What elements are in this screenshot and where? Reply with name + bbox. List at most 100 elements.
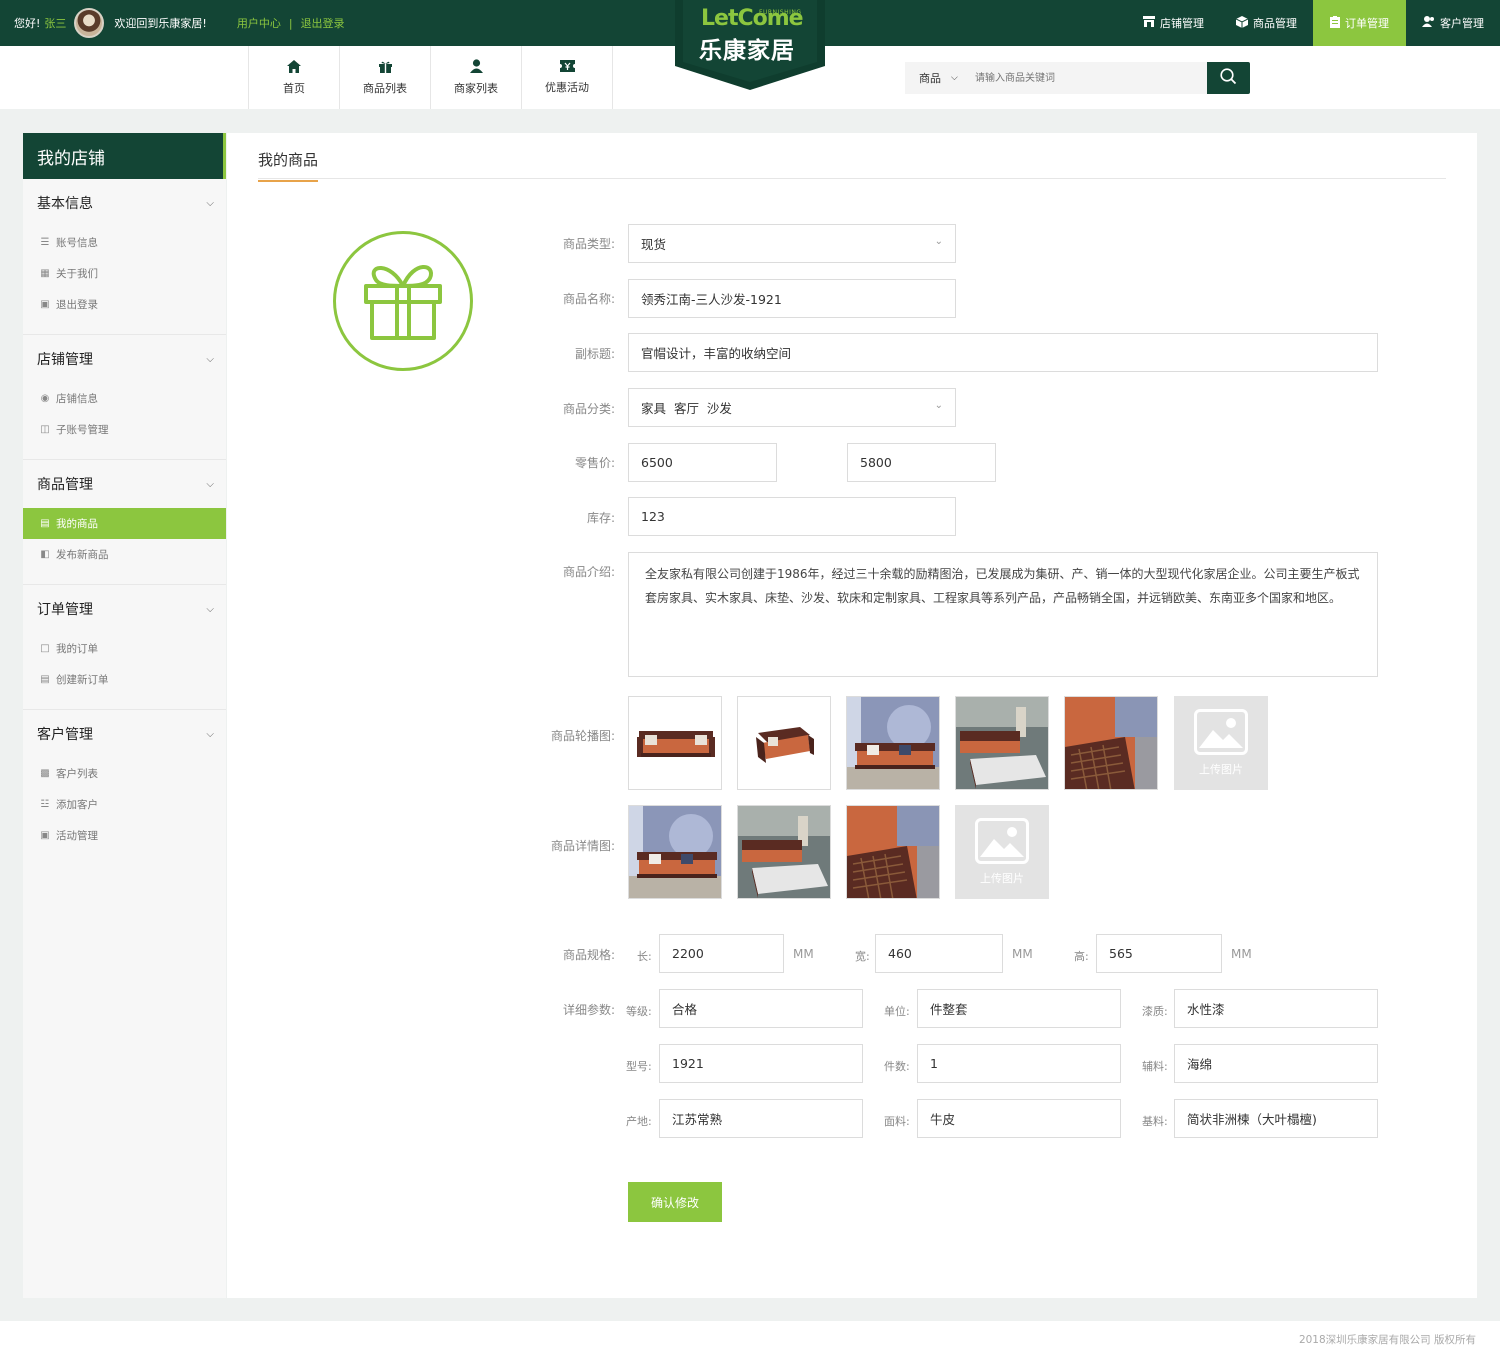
search-button[interactable] bbox=[1207, 62, 1250, 94]
sidebar-title: 我的店铺 bbox=[23, 133, 226, 179]
sidebar-item-subaccounts[interactable]: ◫ 子账号管理 bbox=[23, 414, 226, 445]
height-input[interactable]: 565 bbox=[1096, 934, 1222, 973]
gift-icon: ▣ bbox=[40, 830, 50, 841]
param-fabric-input[interactable]: 牛皮 bbox=[917, 1099, 1121, 1138]
user-center-link[interactable]: 用户中心 bbox=[237, 15, 281, 31]
user-name[interactable]: 张三 bbox=[44, 15, 66, 31]
height-unit: MM bbox=[1231, 947, 1252, 961]
sidebar-item-new-order[interactable]: ▤ 创建新订单 bbox=[23, 664, 226, 695]
upload-text: 上传图片 bbox=[980, 872, 1024, 885]
sidebar-group-header[interactable]: 店铺管理 ⌵ bbox=[23, 335, 226, 383]
bank-icon: ☳ bbox=[40, 799, 50, 810]
carousel-image-2[interactable] bbox=[737, 696, 831, 790]
top-menu-store[interactable]: 店铺管理 bbox=[1127, 0, 1220, 46]
search-icon bbox=[1220, 68, 1237, 88]
sidebar-group-store: 店铺管理 ⌵ ◉ 店铺信息 ◫ 子账号管理 bbox=[23, 335, 226, 460]
carousel-image-3[interactable] bbox=[846, 696, 940, 790]
subtitle-input[interactable]: 官帽设计，丰富的收纳空间 bbox=[628, 333, 1378, 372]
monitor-icon: ◫ bbox=[40, 424, 50, 435]
sidebar-item-about[interactable]: ▦ 关于我们 bbox=[23, 258, 226, 289]
gift-icon bbox=[378, 60, 392, 76]
search-category-select[interactable]: 商品 ⌵ bbox=[905, 62, 967, 94]
sidebar-group-title: 客户管理 bbox=[37, 727, 93, 743]
detail-upload-button[interactable]: 上传图片 bbox=[955, 805, 1049, 899]
subtitle-label: 副标题: bbox=[574, 347, 615, 361]
welcome-text: 欢迎回到乐康家居! bbox=[114, 17, 207, 30]
sidebar-group-header[interactable]: 基本信息 ⌵ bbox=[23, 179, 226, 227]
chat-icon: □ bbox=[40, 643, 50, 654]
sidebar-group-header[interactable]: 客户管理 ⌵ bbox=[23, 710, 226, 758]
nav-label: 首页 bbox=[283, 81, 305, 95]
top-menu-products[interactable]: 商品管理 bbox=[1220, 0, 1313, 46]
greeting-text: 您好! bbox=[14, 17, 41, 30]
sidebar-group-header[interactable]: 订单管理 ⌵ bbox=[23, 585, 226, 633]
sidebar-group-title: 商品管理 bbox=[37, 477, 93, 493]
sidebar-item-label: 店铺信息 bbox=[56, 393, 98, 405]
sidebar-item-my-products[interactable]: ▤ 我的商品 bbox=[23, 508, 226, 539]
top-menu-orders[interactable]: 订单管理 bbox=[1313, 0, 1406, 46]
user-icon bbox=[469, 59, 483, 76]
category-select[interactable]: 家具 客厅 沙发 ⌄ bbox=[628, 388, 956, 427]
sidebar-item-customer-list[interactable]: ▩ 客户列表 bbox=[23, 758, 226, 789]
sidebar-group-products: 商品管理 ⌵ ▤ 我的商品 ◧ 发布新商品 bbox=[23, 460, 226, 585]
detail-image-2[interactable] bbox=[737, 805, 831, 899]
stock-input[interactable]: 123 bbox=[628, 497, 956, 536]
param-origin-input[interactable]: 江苏常熟 bbox=[659, 1099, 863, 1138]
category-value: 家具 客厅 沙发 bbox=[641, 401, 732, 416]
sidebar-item-label: 发布新商品 bbox=[56, 549, 109, 561]
product-type-select[interactable]: 现货 ⌄ bbox=[628, 224, 956, 263]
sidebar-item-new-product[interactable]: ◧ 发布新商品 bbox=[23, 539, 226, 570]
avatar[interactable] bbox=[74, 8, 105, 38]
carousel-image-1[interactable] bbox=[628, 696, 722, 790]
sidebar-item-label: 退出登录 bbox=[56, 299, 98, 311]
carousel-image-5[interactable] bbox=[1064, 696, 1158, 790]
grid-icon: ▦ bbox=[40, 268, 50, 279]
logout-link[interactable]: 退出登录 bbox=[301, 15, 345, 31]
intro-textarea[interactable]: 全友家私有限公司创建于1986年，经过三十余载的励精图治，已发展成为集研、产、销… bbox=[628, 552, 1378, 677]
param-accessory-input[interactable]: 海绵 bbox=[1174, 1044, 1378, 1083]
detail-image-3[interactable] bbox=[846, 805, 940, 899]
price-label: 零售价: bbox=[574, 456, 615, 470]
top-menu-customers[interactable]: 客户管理 bbox=[1406, 0, 1500, 46]
param-base-input[interactable]: 简状非洲楝（大叶榻檀) bbox=[1174, 1099, 1378, 1138]
detail-image-1[interactable] bbox=[628, 805, 722, 899]
width-unit: MM bbox=[1012, 947, 1033, 961]
sidebar-item-add-customer[interactable]: ☳ 添加客户 bbox=[23, 789, 226, 820]
carousel-upload-button[interactable]: 上传图片 bbox=[1174, 696, 1268, 790]
chevron-down-icon: ⌵ bbox=[206, 603, 214, 615]
sidebar-item-account[interactable]: ☰ 账号信息 bbox=[23, 227, 226, 258]
brand-logo[interactable]: LetCome FURNISHING 乐康家居 bbox=[675, 0, 825, 90]
sidebar-item-my-orders[interactable]: □ 我的订单 bbox=[23, 633, 226, 664]
sidebar-group-basic: 基本信息 ⌵ ☰ 账号信息 ▦ 关于我们 ▣ 退出登录 bbox=[23, 179, 226, 335]
retail-price-input[interactable]: 6500 bbox=[628, 443, 777, 482]
link-separator: | bbox=[288, 16, 293, 30]
param-unit-input[interactable]: 件整套 bbox=[917, 989, 1121, 1028]
width-input[interactable]: 460 bbox=[875, 934, 1003, 973]
card-icon: ▩ bbox=[40, 768, 50, 779]
sidebar-item-store-info[interactable]: ◉ 店铺信息 bbox=[23, 383, 226, 414]
param-paint-input[interactable]: 水性漆 bbox=[1174, 989, 1378, 1028]
length-input[interactable]: 2200 bbox=[659, 934, 784, 973]
param-grade-input[interactable]: 合格 bbox=[659, 989, 863, 1028]
product-name-input[interactable]: 领秀江南-三人沙发-1921 bbox=[628, 279, 956, 318]
sidebar-item-logout[interactable]: ▣ 退出登录 bbox=[23, 289, 226, 320]
nav-merchant-list[interactable]: 商家列表 bbox=[431, 46, 522, 109]
param-pieces-input[interactable]: 1 bbox=[917, 1044, 1121, 1083]
nav-home[interactable]: 首页 bbox=[249, 46, 340, 109]
nav-promotions[interactable]: 优惠活动 bbox=[522, 46, 613, 109]
confirm-button[interactable]: 确认修改 bbox=[628, 1182, 722, 1222]
search-input[interactable] bbox=[967, 62, 1207, 94]
sidebar-item-label: 客户列表 bbox=[56, 768, 98, 780]
sidebar-item-label: 子账号管理 bbox=[56, 424, 109, 436]
param-label: 漆质: bbox=[1142, 1005, 1168, 1018]
sale-price-input[interactable]: 5800 bbox=[847, 443, 996, 482]
top-menu: 店铺管理 商品管理 订单管理 客户管理 bbox=[1127, 0, 1500, 46]
sidebar-group-header[interactable]: 商品管理 ⌵ bbox=[23, 460, 226, 508]
param-model-input[interactable]: 1921 bbox=[659, 1044, 863, 1083]
sidebar-item-activities[interactable]: ▣ 活动管理 bbox=[23, 820, 226, 851]
users-icon bbox=[1422, 16, 1435, 30]
sidebar-item-label: 我的订单 bbox=[56, 643, 98, 655]
carousel-image-4[interactable] bbox=[955, 696, 1049, 790]
nav-product-list[interactable]: 商品列表 bbox=[340, 46, 431, 109]
sidebar-group-title: 基本信息 bbox=[37, 196, 93, 212]
